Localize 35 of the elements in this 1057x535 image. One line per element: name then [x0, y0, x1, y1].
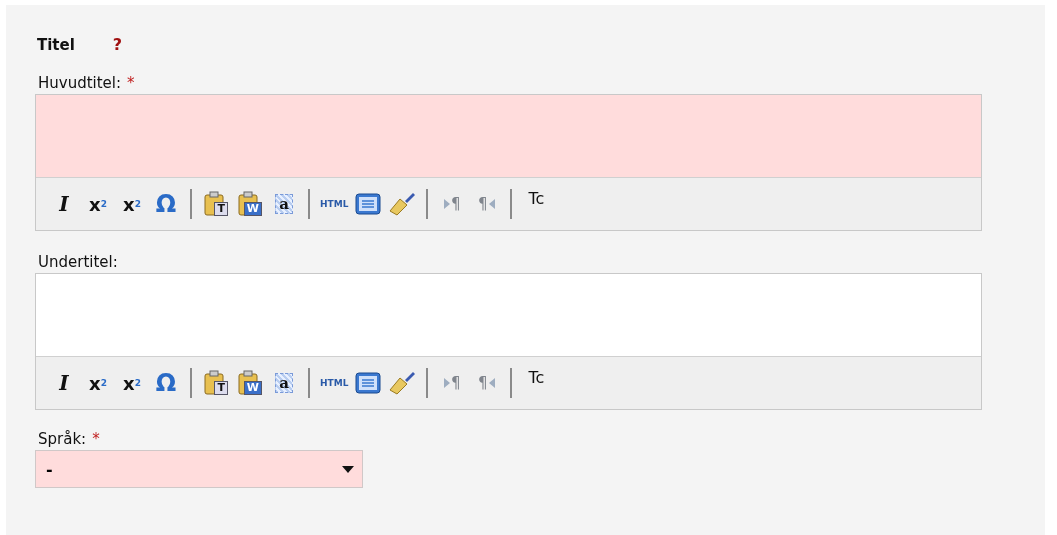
text-case-button[interactable]: Tc: [522, 363, 551, 391]
select-all-button[interactable]: a: [270, 190, 298, 218]
template-button[interactable]: [354, 190, 383, 218]
field-label: Huvudtitel:: [38, 74, 122, 92]
special-character-button[interactable]: Ω: [152, 369, 180, 397]
special-character-button[interactable]: Ω: [152, 190, 180, 218]
clean-button[interactable]: [388, 190, 417, 218]
superscript-button[interactable]: x$^{2}$: [118, 190, 146, 218]
field-label: Undertitel:: [38, 253, 118, 271]
italic-button[interactable]: I: [50, 369, 78, 397]
template-icon: [355, 372, 382, 394]
triangle-icon: [488, 199, 495, 209]
language-select[interactable]: -: [35, 450, 363, 488]
help-link[interactable]: ?: [112, 35, 123, 54]
superscript-button[interactable]: x$^{2}$: [118, 369, 146, 397]
html-source-button[interactable]: HTML: [320, 369, 349, 397]
html-source-button[interactable]: HTML: [320, 190, 349, 218]
caret-icon: [342, 465, 354, 473]
brush-icon: [388, 370, 417, 396]
template-icon: [355, 193, 382, 215]
select-all-button[interactable]: a: [270, 369, 298, 397]
triangle-icon: [444, 378, 451, 388]
required-mark: *: [127, 74, 135, 92]
clean-button[interactable]: [388, 369, 417, 397]
triangle-icon: [444, 199, 451, 209]
italic-button[interactable]: I: [50, 190, 78, 218]
section-title: Titel: [37, 36, 75, 54]
field-label: Språk:: [38, 430, 87, 448]
required-mark: *: [92, 430, 100, 448]
input-field[interactable]: [36, 274, 981, 357]
triangle-icon: [488, 378, 495, 388]
template-button[interactable]: [354, 369, 383, 397]
text-case-button[interactable]: Tc: [522, 184, 551, 212]
input-field[interactable]: [36, 95, 981, 178]
brush-icon: [388, 191, 417, 217]
